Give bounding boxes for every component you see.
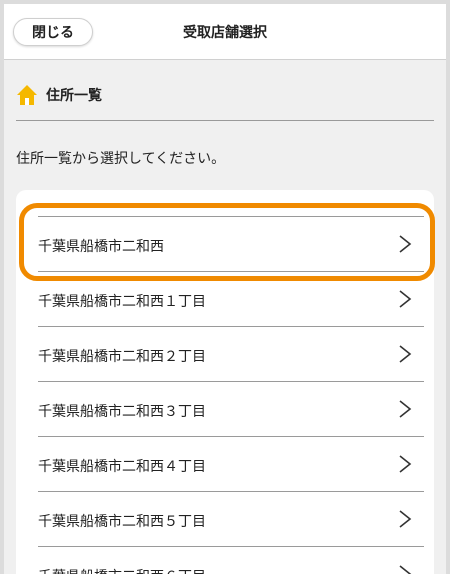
address-label: 千葉県船橋市二和西６丁目 [38,566,206,574]
page-title: 受取店舗選択 [183,25,267,41]
address-label: 千葉県船橋市二和西１丁目 [38,294,206,310]
divider [16,120,434,121]
list-item[interactable]: 千葉県船橋市二和西５丁目 [38,491,424,546]
chevron-right-icon [399,235,412,253]
section-header: 住所一覧 [16,82,102,108]
address-label: 千葉県船橋市二和西３丁目 [38,404,206,420]
chevron-right-icon [399,400,412,418]
chevron-right-icon [399,565,412,574]
list-item[interactable]: 千葉県船橋市二和西６丁目 [38,546,424,574]
list-item[interactable]: 千葉県船橋市二和西４丁目 [38,436,424,491]
chevron-right-icon [399,455,412,473]
list-item[interactable]: 千葉県船橋市二和西２丁目 [38,326,424,381]
address-label: 千葉県船橋市二和西２丁目 [38,349,206,365]
address-label: 千葉県船橋市二和西４丁目 [38,459,206,475]
list-item[interactable]: 千葉県船橋市二和西３丁目 [38,381,424,436]
chevron-right-icon [399,345,412,363]
address-label: 千葉県船橋市二和西 [38,239,164,255]
home-icon [17,85,37,105]
header-bar: 閉じる 受取店舗選択 [4,4,446,60]
chevron-right-icon [399,510,412,528]
list-item[interactable]: 千葉県船橋市二和西１丁目 [38,271,424,326]
chevron-right-icon [399,290,412,308]
address-list: 千葉県船橋市二和西 千葉県船橋市二和西１丁目 千葉県船橋市二和西２丁目 千葉県船… [16,190,434,574]
section-title: 住所一覧 [46,88,102,104]
list-item[interactable]: 千葉県船橋市二和西 [38,216,424,271]
address-label: 千葉県船橋市二和西５丁目 [38,514,206,530]
screen: 閉じる 受取店舗選択 住所一覧 住所一覧から選択してください。 千葉県船橋市二和… [4,4,446,574]
instruction-text: 住所一覧から選択してください。 [16,151,226,167]
